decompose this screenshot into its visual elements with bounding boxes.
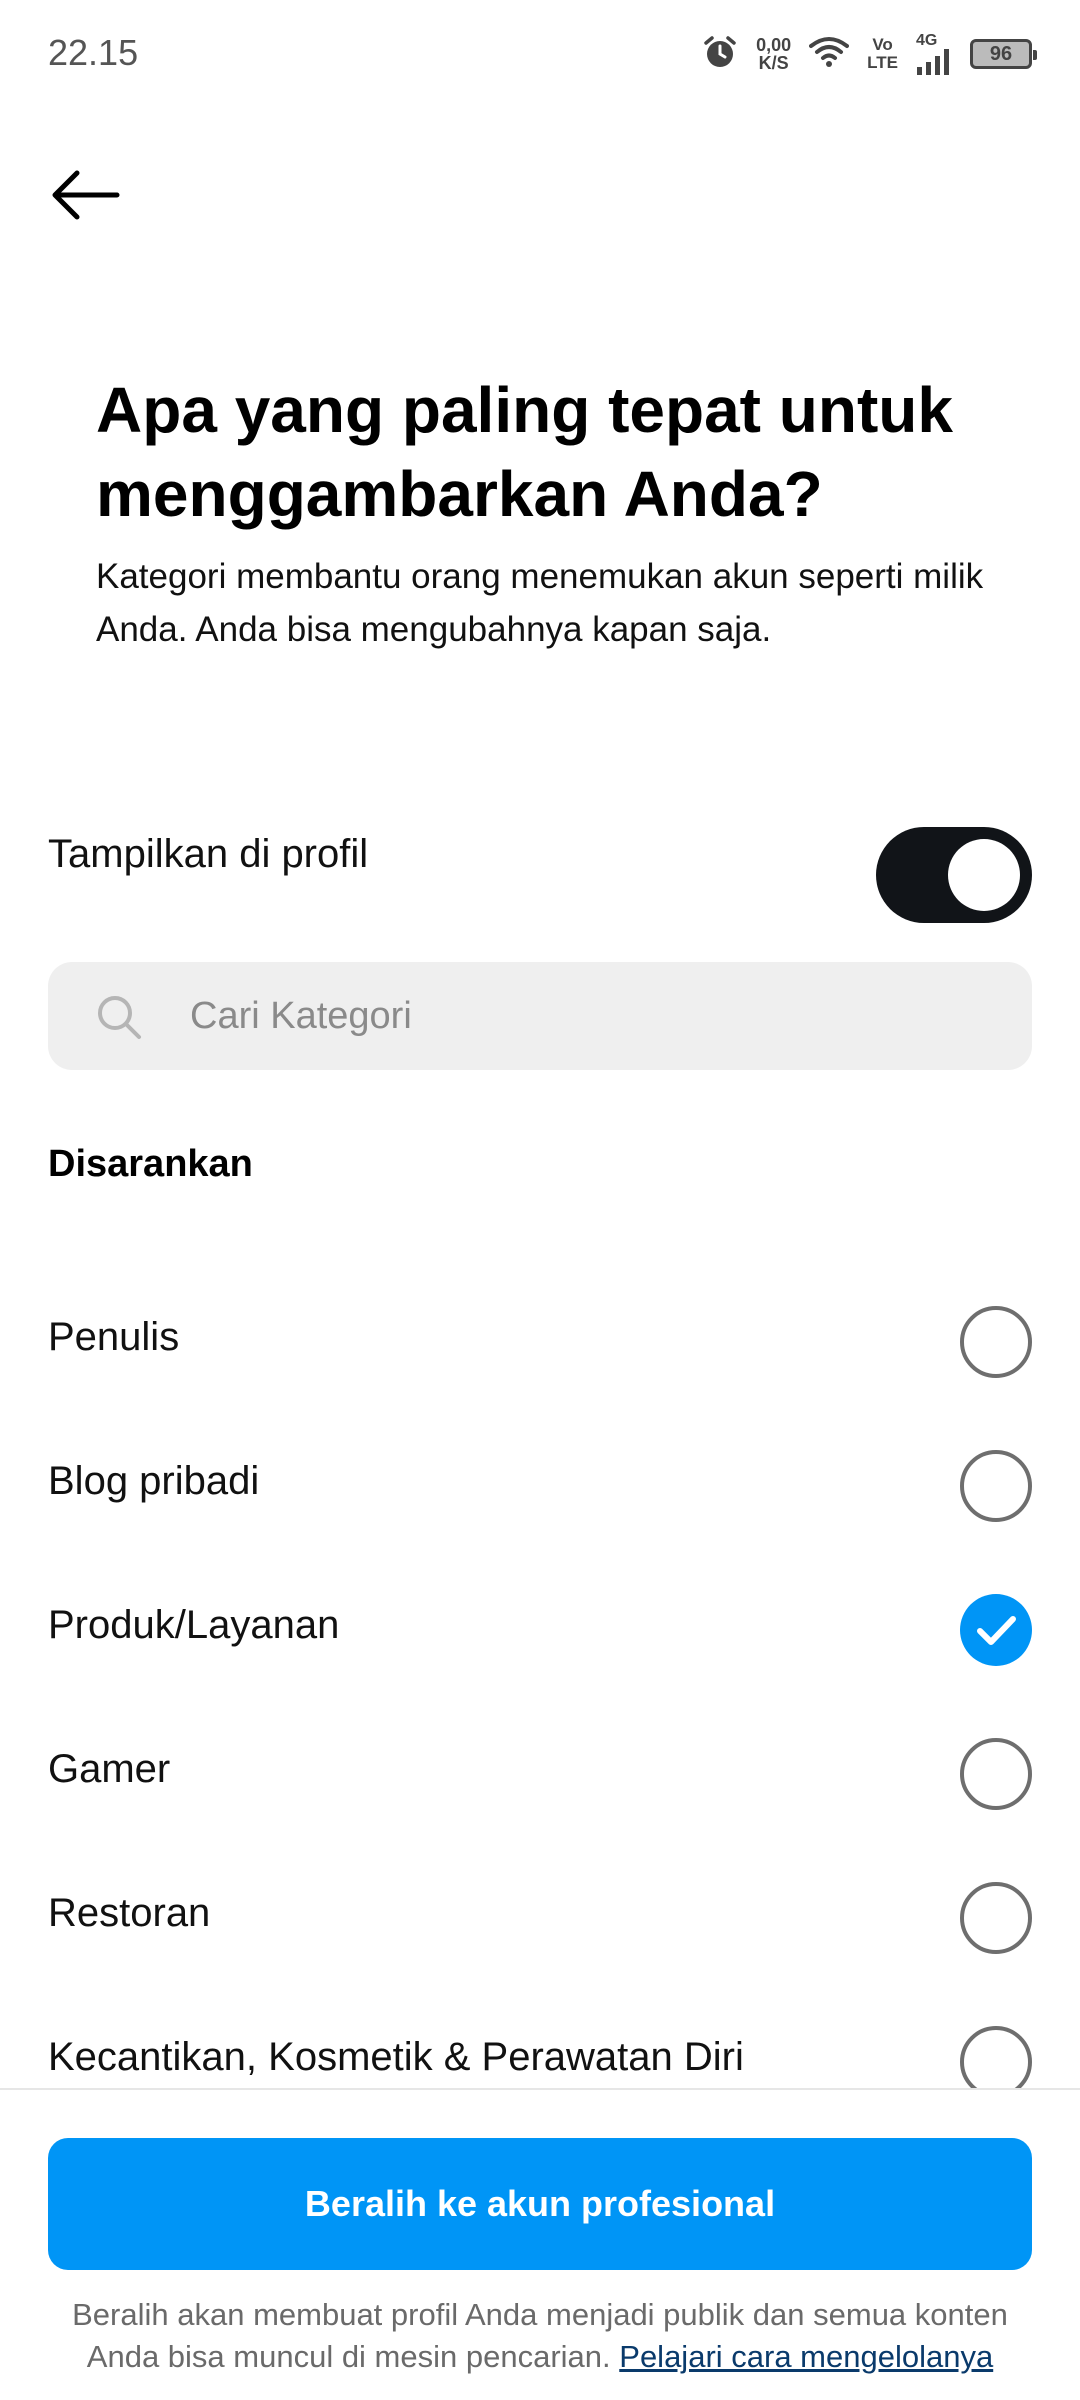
category-label: Kecantikan, Kosmetik & Perawatan Diri (48, 2035, 744, 2079)
status-icons: 0,00 K/S Vo LTE 4G 96 (702, 28, 1037, 80)
volte-indicator: Vo LTE (867, 36, 898, 72)
radio-button[interactable] (960, 1738, 1032, 1810)
category-item[interactable]: Kecantikan, Kosmetik & Perawatan Diri (0, 1990, 1080, 2088)
footer-note: Beralih akan membuat profil Anda menjadi… (40, 2294, 1040, 2378)
suggested-heading: Disarankan (48, 1143, 253, 1185)
checkmark-icon (977, 1616, 1016, 1645)
category-item[interactable]: Gamer (0, 1702, 1080, 1846)
status-time: 22.15 (48, 32, 139, 73)
footer-note-line1: Beralih akan membuat profil Anda menjadi… (72, 2297, 1008, 2332)
back-button[interactable] (40, 160, 130, 230)
category-search (48, 962, 1032, 1070)
radio-button[interactable] (960, 1306, 1032, 1378)
category-item[interactable]: Produk/Layanan (0, 1558, 1080, 1702)
footer-note-line2: Anda bisa muncul di mesin pencarian. (86, 2339, 611, 2374)
alarm-icon (702, 34, 738, 75)
battery-level: 96 (989, 42, 1013, 65)
arrow-left-icon (52, 170, 120, 220)
net-speed-value: 0,00 (756, 35, 792, 55)
radio-button[interactable] (960, 2026, 1032, 2088)
network-type: 4G (916, 32, 938, 49)
volte-bottom: LTE (867, 53, 898, 72)
net-speed: 0,00 K/S (756, 36, 791, 72)
display-on-profile-toggle[interactable] (876, 827, 1032, 923)
radio-button[interactable] (960, 1450, 1032, 1522)
volte-top: Vo (872, 35, 893, 54)
radio-button-selected[interactable] (960, 1594, 1032, 1666)
radio-button[interactable] (960, 1882, 1032, 1954)
display-on-profile-row: Tampilkan di profil (48, 822, 1032, 923)
toggle-knob (948, 839, 1020, 911)
search-input[interactable] (190, 962, 990, 1070)
learn-how-link[interactable]: Pelajari cara mengelolanya (619, 2339, 993, 2374)
display-on-profile-label: Tampilkan di profil (48, 832, 369, 876)
switch-to-professional-button[interactable]: Beralih ke akun profesional (48, 2138, 1032, 2270)
category-list: Penulis Blog pribadi Produk/Layanan Game… (0, 1270, 1080, 2088)
net-speed-unit: K/S (758, 53, 789, 73)
category-item[interactable]: Restoran (0, 1846, 1080, 1990)
category-label: Blog pribadi (48, 1459, 260, 1503)
signal-icon: 4G (916, 33, 952, 75)
search-icon (98, 996, 141, 1039)
page-subtitle: Kategori membantu orang menemukan akun s… (96, 557, 984, 649)
battery-icon: 96 (970, 39, 1037, 69)
footer-divider (0, 2088, 1080, 2090)
category-label: Gamer (48, 1747, 171, 1791)
category-item[interactable]: Penulis (0, 1270, 1080, 1414)
wifi-icon (809, 36, 850, 73)
category-label: Produk/Layanan (48, 1603, 340, 1647)
category-label: Penulis (48, 1315, 180, 1359)
category-item[interactable]: Blog pribadi (0, 1414, 1080, 1558)
status-bar: 22.15 0,00 K/S Vo LTE 4G 96 (0, 0, 1080, 110)
category-label: Restoran (48, 1891, 211, 1935)
page-title: Apa yang paling tepat untuk menggambarka… (96, 374, 953, 530)
